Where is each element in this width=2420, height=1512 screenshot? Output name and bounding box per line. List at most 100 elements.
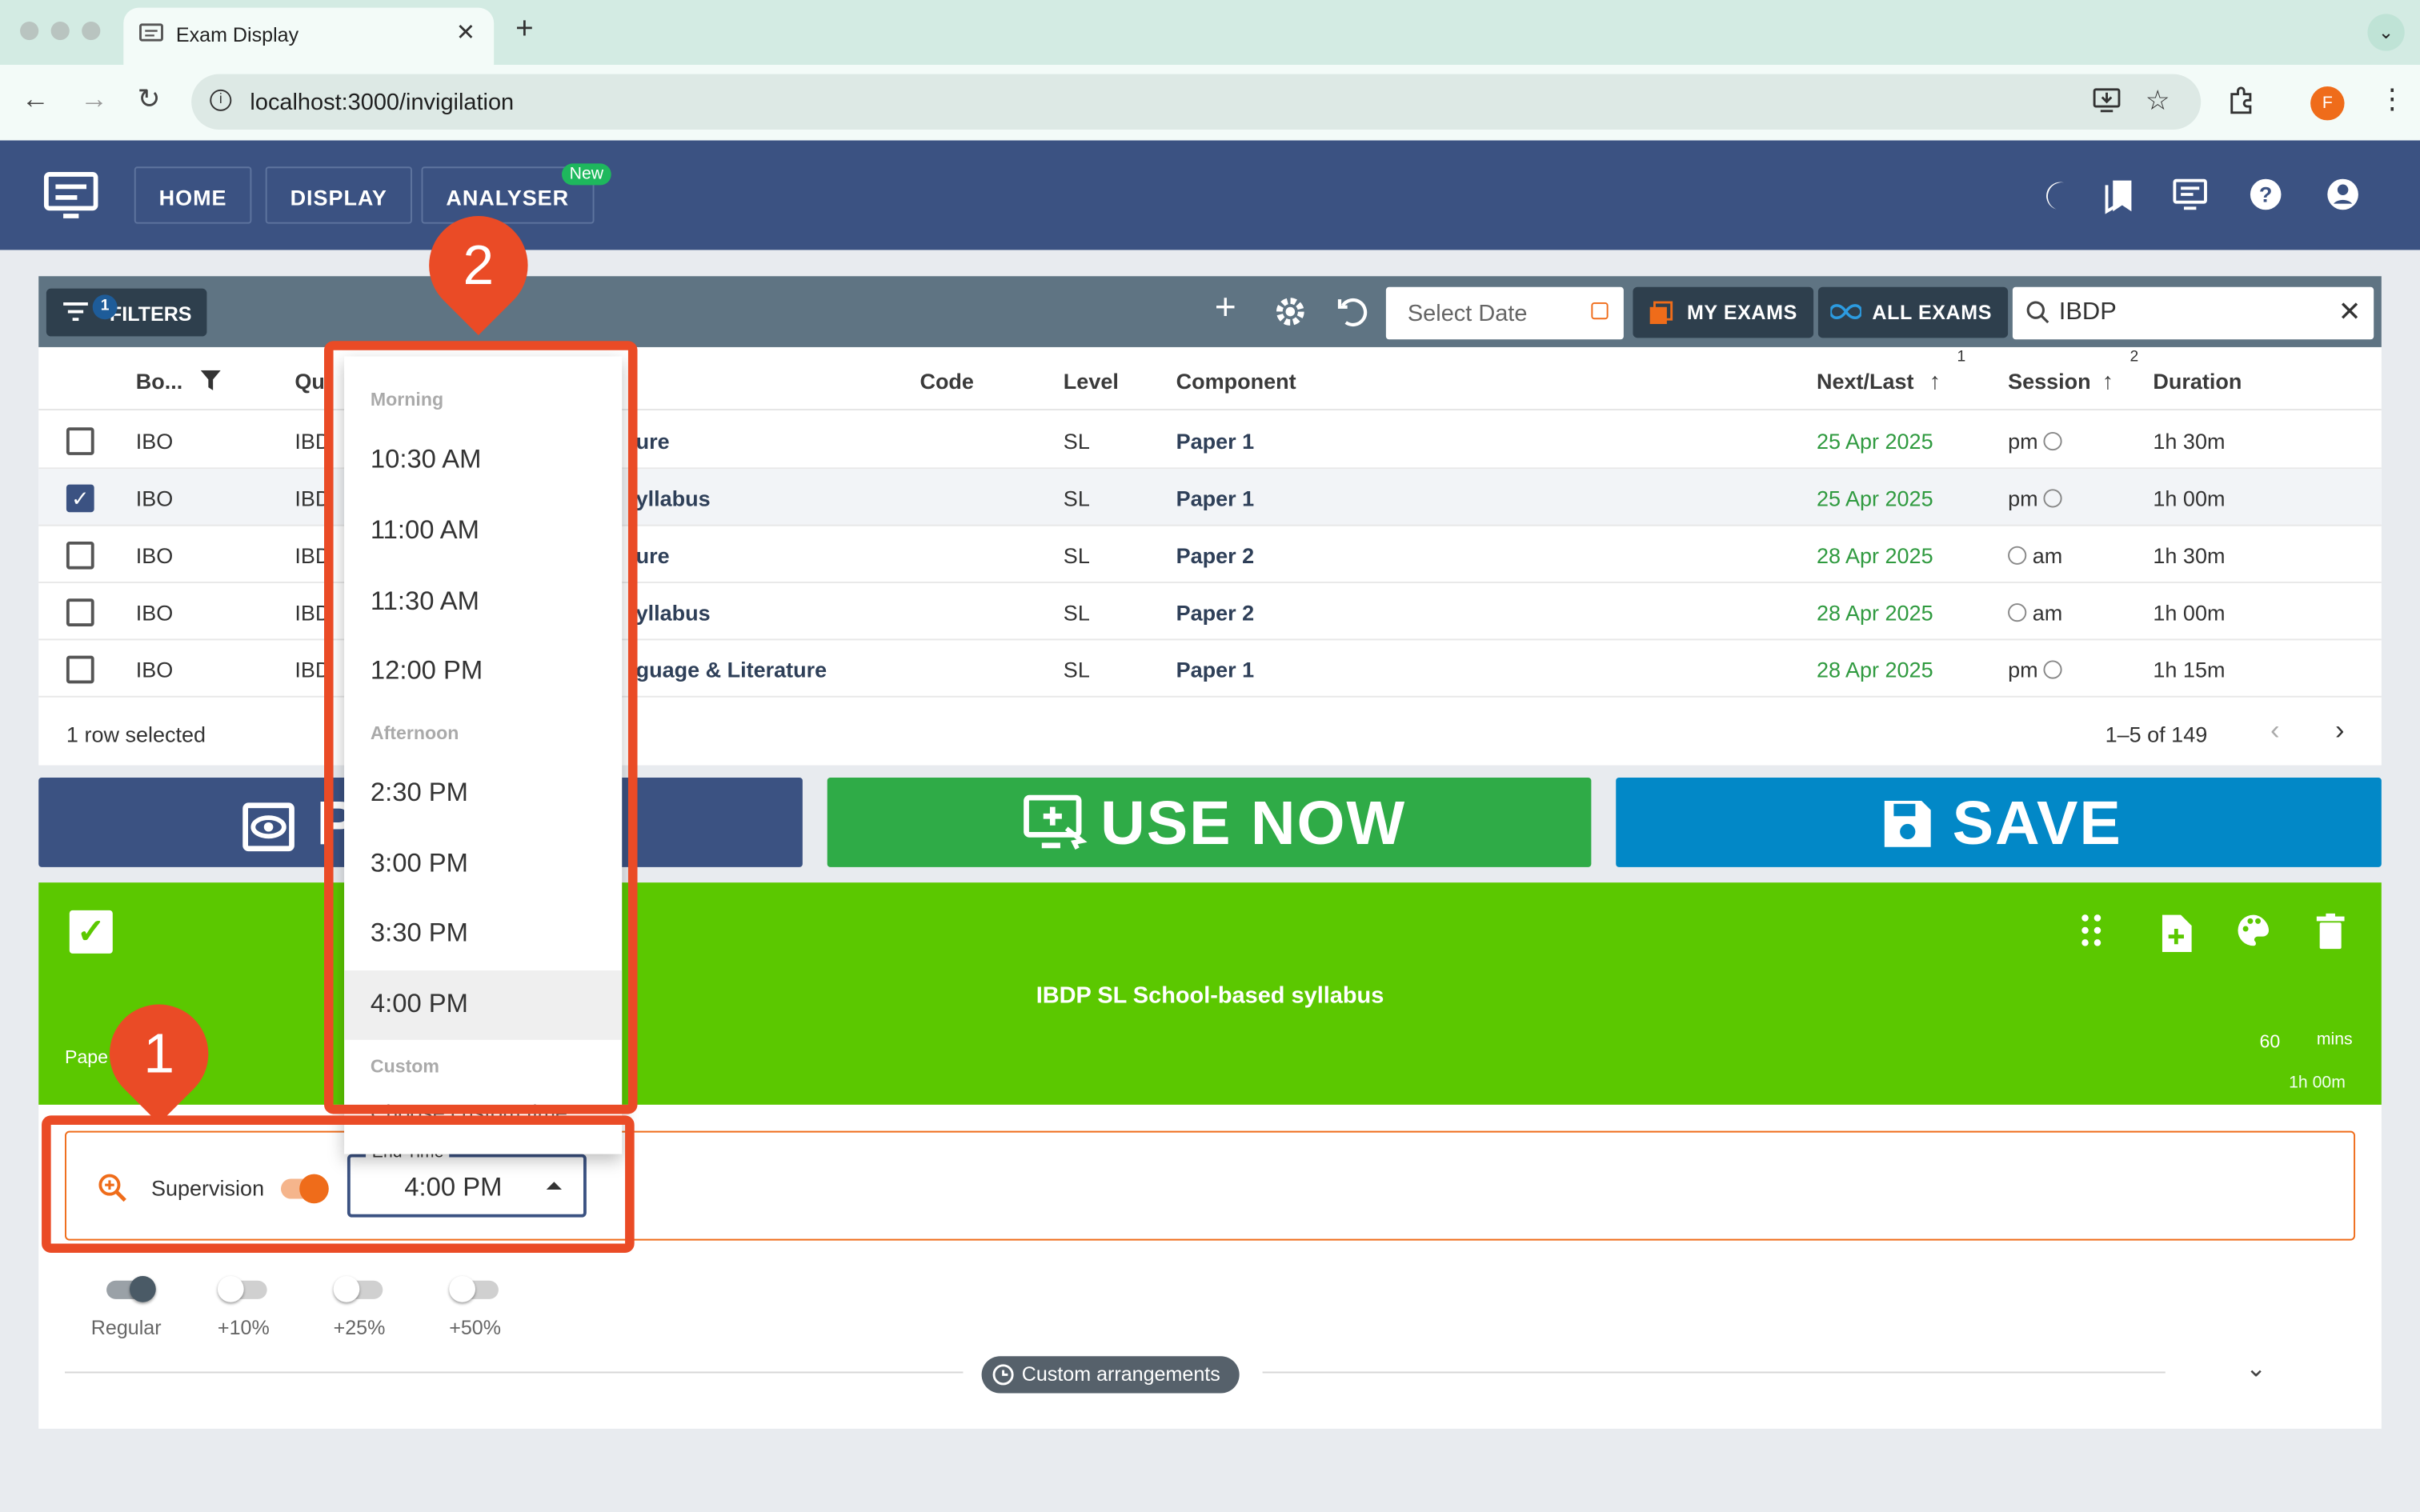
filters-button[interactable]: FILTERS 1	[46, 288, 207, 337]
cell-component: Paper 1	[1176, 486, 1255, 511]
add-document-icon[interactable]	[2159, 914, 2193, 962]
extra-time-10-switch[interactable]	[217, 1275, 267, 1302]
save-button[interactable]: SAVE	[1616, 778, 2382, 867]
pagination-range: 1–5 of 149	[2105, 722, 2208, 747]
col-board[interactable]: Bo...	[136, 369, 183, 394]
rows-selected-count: 1 row selected	[66, 722, 206, 747]
divider	[65, 1371, 964, 1374]
cell-board: IBO	[135, 600, 174, 626]
cell-session: am	[2008, 543, 2062, 568]
prev-page-icon[interactable]: ‹	[2270, 714, 2280, 747]
next-page-icon[interactable]: ›	[2335, 714, 2345, 747]
callout-number-1: 1	[143, 1021, 174, 1085]
install-app-icon[interactable]	[2093, 88, 2121, 121]
dark-mode-moon-icon[interactable]	[2037, 178, 2071, 219]
col-component[interactable]: Component	[1176, 369, 1296, 394]
extra-time-50-label: +50%	[449, 1316, 502, 1340]
analyser-new-badge: New	[562, 163, 611, 186]
tab-close-icon[interactable]: ✕	[456, 18, 475, 46]
filter-toolbar: FILTERS 1 + Select Date MY EXAMS ALL EXA…	[38, 276, 2382, 347]
cell-title: ure	[635, 542, 670, 568]
cell-duration: 1h 30m	[2153, 542, 2226, 568]
infinity-icon	[1829, 301, 1863, 327]
extensions-icon[interactable]	[2227, 86, 2255, 122]
sort-asc-arrow-icon[interactable]: ↑	[1929, 369, 1941, 395]
forward-icon[interactable]: →	[80, 83, 108, 116]
search-input[interactable]: IBDP ✕	[2012, 286, 2374, 340]
use-now-button[interactable]: USE NOW	[827, 778, 1592, 867]
account-icon[interactable]	[2326, 178, 2359, 219]
paper-label-partial: Pape	[65, 1046, 109, 1068]
window-minimize-dot[interactable]	[50, 22, 70, 41]
app-logo-icon[interactable]	[43, 171, 98, 228]
reset-icon[interactable]	[1335, 294, 1368, 336]
tab-search-chevron-icon[interactable]: ⌄	[2367, 14, 2405, 51]
cell-session: pm	[2008, 429, 2063, 454]
minutes-unit: mins	[2316, 1030, 2353, 1050]
tab-title: Exam Display	[175, 22, 299, 46]
nav-display[interactable]: DISPLAY	[265, 166, 412, 224]
add-icon[interactable]: +	[1215, 290, 1236, 327]
sort-asc-arrow-icon[interactable]: ↑	[2102, 369, 2113, 395]
help-icon[interactable]: ?	[2249, 178, 2282, 219]
row-checkbox[interactable]: ✓	[66, 484, 94, 513]
panel-select-checkbox[interactable]: ✓	[69, 910, 113, 954]
cell-date: 25 Apr 2025	[1816, 429, 1933, 454]
browser-menu-icon[interactable]: ⋮	[2378, 83, 2406, 116]
search-value[interactable]: IBDP	[2059, 299, 2117, 326]
bookmark-star-icon[interactable]: ☆	[2146, 85, 2170, 118]
display-icon[interactable]	[2172, 178, 2209, 219]
col-qualification[interactable]: Qu	[294, 369, 325, 394]
clock-add-icon	[991, 1362, 1016, 1392]
app-header: HOME DISPLAY ANALYSER ?	[0, 140, 2420, 250]
expand-chevron-down-icon[interactable]: ⌄	[2246, 1353, 2266, 1384]
url-text[interactable]: localhost:3000/invigilation	[250, 90, 514, 116]
drag-handle-icon[interactable]	[2081, 914, 2102, 955]
back-icon[interactable]: ←	[22, 83, 50, 116]
clock-icon	[2044, 489, 2063, 508]
row-checkbox[interactable]	[66, 541, 94, 570]
row-checkbox[interactable]	[66, 427, 94, 455]
row-checkbox[interactable]	[66, 598, 94, 627]
window-close-dot[interactable]	[20, 22, 39, 41]
svg-text:?: ?	[2259, 183, 2273, 207]
new-tab-button[interactable]: +	[515, 12, 534, 47]
select-date-input[interactable]: Select Date	[1385, 286, 1624, 340]
clear-search-icon[interactable]: ✕	[2338, 296, 2362, 329]
extra-time-50-switch[interactable]	[449, 1275, 499, 1302]
all-exams-button[interactable]: ALL EXAMS	[1817, 286, 2008, 338]
minutes-value[interactable]: 60	[2259, 1030, 2280, 1052]
extra-time-regular-switch[interactable]	[106, 1275, 156, 1302]
reload-icon[interactable]: ↻	[138, 83, 161, 116]
callout-box-1	[42, 1115, 635, 1254]
site-info-icon[interactable]: i	[210, 89, 232, 111]
settings-gear-icon[interactable]	[1273, 294, 1307, 336]
custom-arrangements-button[interactable]: Custom arrangements	[981, 1356, 1239, 1394]
cell-duration: 1h 15m	[2153, 657, 2226, 682]
extra-time-25-switch[interactable]	[333, 1275, 383, 1302]
delete-trash-icon[interactable]	[2315, 913, 2346, 958]
browser-tab[interactable]: Exam Display ✕	[123, 7, 495, 66]
nav-home[interactable]: HOME	[134, 166, 252, 224]
bookmarks-icon[interactable]	[2102, 178, 2136, 222]
column-filter-funnel-icon[interactable]	[200, 370, 221, 398]
palette-icon[interactable]	[2237, 914, 2270, 955]
address-bar[interactable]: i localhost:3000/invigilation ☆	[191, 74, 2202, 130]
clock-icon	[2008, 603, 2027, 622]
clock-icon	[2044, 432, 2063, 451]
calendar-icon[interactable]	[1591, 302, 1609, 320]
my-exams-icon	[1649, 301, 1673, 330]
row-checkbox[interactable]	[66, 655, 94, 684]
col-session[interactable]: Session	[2008, 369, 2091, 394]
save-floppy-icon	[1881, 796, 1934, 866]
col-code[interactable]: Code	[920, 369, 974, 394]
col-next-last[interactable]: Next/Last	[1817, 369, 1914, 394]
search-icon	[2026, 301, 2049, 332]
cell-level: SL	[1063, 542, 1090, 568]
col-level[interactable]: Level	[1064, 369, 1119, 394]
window-maximize-dot[interactable]	[82, 22, 101, 41]
cell-duration: 1h 30m	[2153, 429, 2226, 454]
col-duration[interactable]: Duration	[2153, 369, 2242, 394]
profile-avatar[interactable]: F	[2310, 86, 2345, 121]
my-exams-button[interactable]: MY EXAMS	[1633, 286, 1813, 338]
